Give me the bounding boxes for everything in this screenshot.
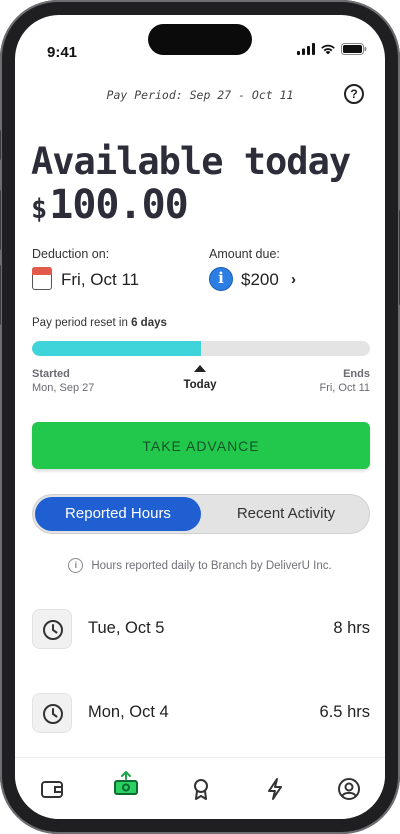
app-screen: 9:41 Pay Period: Sep 27 - Oct 11 ? Avail… — [15, 15, 385, 819]
list-item[interactable]: Mon, Oct 4 6.5 hrs — [32, 693, 370, 735]
dynamic-island — [148, 24, 252, 55]
status-icons — [297, 43, 367, 55]
reset-days: 6 days — [131, 317, 167, 329]
ends-date: Fri, Oct 11 — [319, 382, 370, 394]
award-icon[interactable] — [188, 776, 214, 802]
deduction-date: Fri, Oct 11 — [61, 270, 140, 289]
chevron-right-icon[interactable]: › — [291, 271, 296, 288]
lightning-icon[interactable] — [262, 776, 288, 802]
phone-frame: 9:41 Pay Period: Sep 27 - Oct 11 ? Avail… — [0, 0, 400, 834]
amount-value: 100.00 — [49, 182, 188, 228]
progress-fill — [32, 341, 201, 356]
signal-icon — [297, 43, 315, 55]
today-marker-icon — [194, 365, 206, 372]
info-outline-icon: i — [68, 558, 84, 573]
list-item[interactable]: Tue, Oct 5 8 hrs — [32, 609, 370, 651]
tab-recent-activity[interactable]: Recent Activity — [205, 497, 367, 531]
pay-period-label: Pay Period: Sep 27 - Oct 11 — [106, 88, 294, 102]
clock-icon — [32, 609, 72, 649]
reset-prefix: Pay period reset in — [32, 317, 128, 329]
hours-value: 8 hrs — [333, 619, 370, 637]
hours-date: Mon, Oct 4 — [88, 703, 169, 721]
calendar-icon — [31, 266, 52, 290]
status-bar: 9:41 — [15, 15, 385, 69]
hours-activity-toggle: Reported Hours Recent Activity — [32, 494, 370, 534]
pay-period-reset: Pay period reset in 6 days — [32, 317, 167, 329]
take-advance-button[interactable]: TAKE ADVANCE — [32, 422, 370, 469]
wifi-icon — [321, 44, 335, 55]
available-today-title: Available today — [31, 140, 351, 183]
info-icon[interactable]: i — [209, 267, 233, 291]
battery-icon — [341, 43, 367, 55]
tab-reported-hours[interactable]: Reported Hours — [35, 497, 201, 531]
volume-down-button — [0, 265, 1, 325]
hours-value: 6.5 hrs — [319, 703, 370, 721]
mute-switch — [0, 130, 1, 160]
hours-note-text: Hours reported daily to Branch by Delive… — [91, 559, 332, 572]
bottom-nav — [15, 757, 385, 819]
deduction-label: Deduction on: — [32, 247, 110, 261]
cash-advance-icon[interactable] — [113, 770, 139, 796]
hours-date: Tue, Oct 5 — [88, 619, 165, 637]
clock-icon — [32, 693, 72, 733]
volume-up-button — [0, 190, 1, 250]
profile-icon[interactable] — [336, 776, 362, 802]
amount-due-label: Amount due: — [209, 247, 280, 261]
help-icon[interactable]: ? — [344, 84, 364, 104]
ends-label: Ends — [343, 368, 370, 380]
currency-symbol: $ — [31, 194, 48, 225]
pay-period-progress-bar — [32, 341, 370, 356]
wallet-icon[interactable] — [39, 776, 65, 802]
amount-due-value[interactable]: $200 — [241, 270, 279, 290]
available-amount: $ 100.00 — [31, 182, 189, 228]
status-time: 9:41 — [47, 44, 78, 61]
hours-note: i Hours reported daily to Branch by Deli… — [15, 558, 385, 573]
